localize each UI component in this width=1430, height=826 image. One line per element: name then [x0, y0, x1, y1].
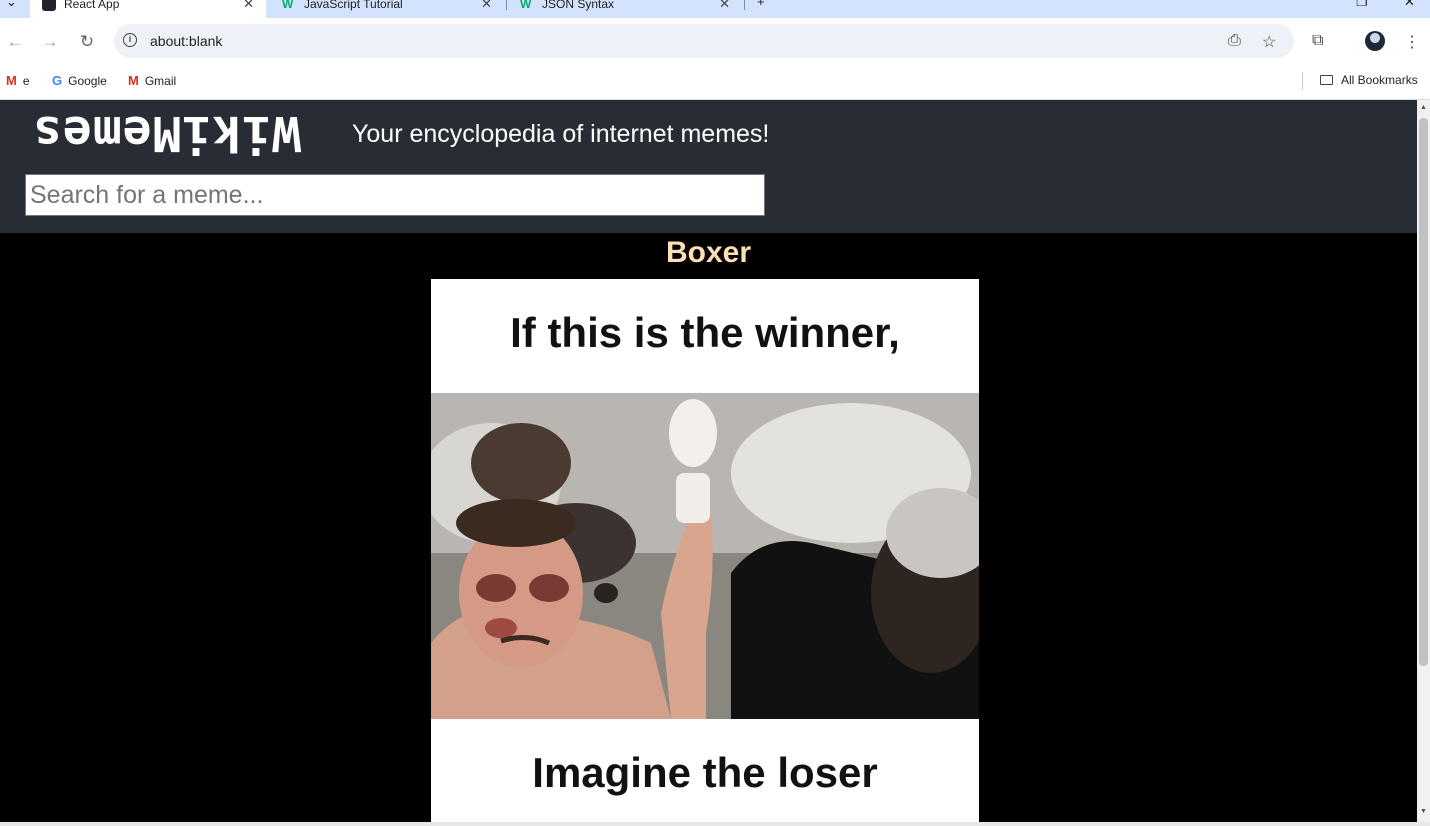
- gmail-icon: M: [6, 73, 17, 88]
- reload-icon[interactable]: ↻: [77, 32, 97, 52]
- w3schools-favicon-icon: W: [282, 0, 294, 11]
- all-bookmarks-button[interactable]: All Bookmarks: [1320, 73, 1418, 87]
- restore-window-icon[interactable]: ❐: [1356, 0, 1368, 10]
- tab-react-app[interactable]: React App ✕: [30, 0, 266, 18]
- tab-divider: [744, 0, 745, 10]
- bookmark-gmail[interactable]: M Gmail: [128, 73, 176, 88]
- bookmark-google[interactable]: G Google: [52, 73, 107, 88]
- tab-title: JavaScript Tutorial: [304, 0, 403, 11]
- back-arrow-icon[interactable]: ←: [5, 32, 25, 52]
- boxer-photo: [431, 393, 979, 719]
- tab-javascript-tutorial[interactable]: W JavaScript Tutorial ✕: [270, 0, 504, 18]
- meme-title: Boxer: [665, 236, 752, 269]
- close-window-icon[interactable]: ✕: [1404, 0, 1415, 10]
- site-tagline: Your encyclopedia of internet memes!: [352, 120, 770, 148]
- browser-toolbar: ← → ↻ i about:blank ⎙ ☆ ⧉ ⋮: [0, 18, 1430, 66]
- bookmark-label: Google: [68, 73, 107, 88]
- meme-search-input[interactable]: [25, 174, 765, 216]
- extensions-icon[interactable]: ⧉: [1312, 32, 1323, 50]
- bookmarks-divider: [1302, 72, 1303, 90]
- scroll-down-arrow-icon[interactable]: ▼: [1420, 808, 1427, 815]
- meme-caption-bottom: Imagine the loser: [532, 749, 878, 796]
- tab-title: React App: [64, 0, 120, 11]
- close-tab-icon[interactable]: ✕: [481, 0, 492, 12]
- address-bar[interactable]: i about:blank ⎙ ☆: [114, 24, 1294, 58]
- gmail-icon: M: [128, 73, 139, 88]
- meme-image: If this is the winner, Imagine the loser: [431, 279, 979, 822]
- page-content: WikiMemes Your encyclopedia of internet …: [0, 100, 1417, 822]
- url-text[interactable]: about:blank: [150, 33, 222, 49]
- tab-title: JSON Syntax: [542, 0, 615, 11]
- new-tab-icon[interactable]: +: [757, 0, 765, 9]
- forward-arrow-icon[interactable]: →: [40, 32, 60, 52]
- folder-icon: [1320, 75, 1333, 85]
- scroll-up-arrow-icon[interactable]: ▲: [1420, 104, 1427, 111]
- meme-caption-top: If this is the winner,: [510, 309, 900, 356]
- tab-strip: ⌄ React App ✕ W JavaScript Tutorial ✕ W …: [0, 0, 1430, 18]
- bookmark-label: Gmail: [144, 73, 177, 88]
- site-info-icon[interactable]: i: [123, 33, 137, 47]
- bookmarks-bar: M e G Google M Gmail All Bookmarks: [0, 66, 1430, 100]
- react-favicon-icon: [42, 0, 56, 11]
- close-tab-icon[interactable]: ✕: [243, 0, 254, 12]
- page-scrollbar[interactable]: ▲ ▼: [1417, 100, 1430, 822]
- all-bookmarks-label: All Bookmarks: [1341, 73, 1418, 87]
- tab-divider: [506, 0, 507, 10]
- bookmark-gmail-e[interactable]: M e: [6, 73, 30, 88]
- scrollbar-thumb[interactable]: [1419, 118, 1428, 666]
- google-icon: G: [52, 73, 63, 88]
- profile-avatar[interactable]: [1365, 31, 1385, 51]
- horizontal-scroll-track: [0, 822, 1430, 826]
- site-header: WikiMemes Your encyclopedia of internet …: [0, 100, 1417, 233]
- kebab-menu-icon[interactable]: ⋮: [1404, 32, 1420, 52]
- w3schools-favicon-icon: W: [520, 0, 532, 11]
- install-app-icon[interactable]: ⎙: [1228, 32, 1241, 50]
- tab-json-syntax[interactable]: W JSON Syntax ✕: [508, 0, 742, 18]
- tab-search-icon[interactable]: ⌄: [6, 0, 17, 10]
- site-logo: WikiMemes: [32, 105, 302, 161]
- bookmark-label: e: [22, 73, 30, 88]
- close-tab-icon[interactable]: ✕: [719, 0, 730, 12]
- bookmark-star-icon[interactable]: ☆: [1262, 32, 1276, 52]
